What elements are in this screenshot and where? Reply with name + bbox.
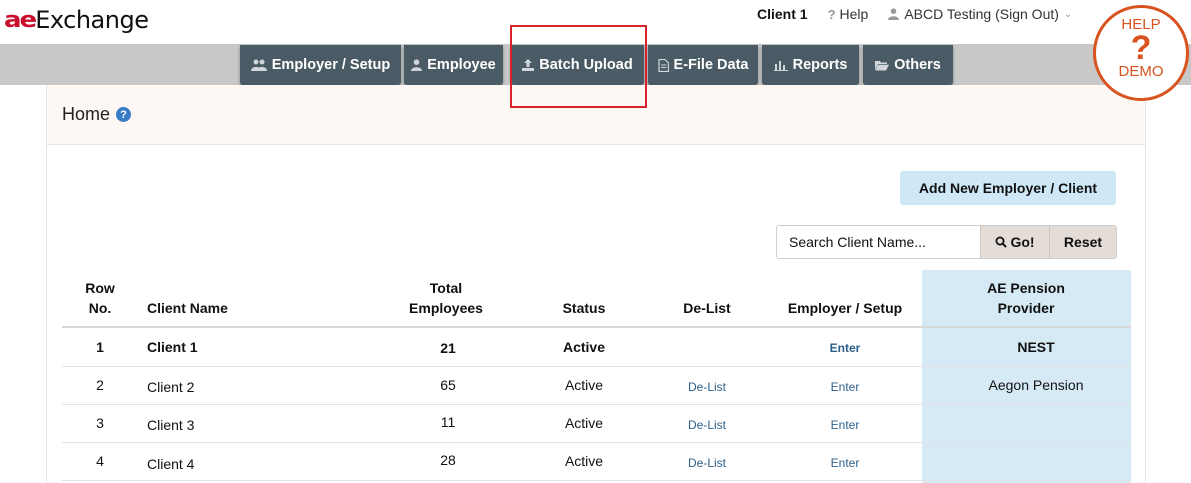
header-right: Client 1 ? Help ABCD Testing (Sign Out) … — [757, 6, 1072, 22]
cell-total-employees: 21 — [440, 340, 456, 356]
cell-row-no: 2 — [96, 377, 104, 393]
question-icon: ? — [827, 6, 836, 22]
delist-link[interactable]: De-List — [667, 418, 747, 432]
add-employer-client-button[interactable]: Add New Employer / Client — [900, 171, 1116, 205]
cell-total-employees: 11 — [440, 414, 456, 430]
user-icon — [888, 8, 900, 20]
cell-total-employees: 28 — [440, 452, 456, 468]
cell-row-no: 4 — [96, 453, 104, 469]
header-total-employees: Total Employees — [409, 280, 483, 316]
go-label: Go! — [1010, 234, 1035, 250]
header-client-name: Client Name — [147, 300, 228, 316]
logo-prefix: ae — [4, 7, 37, 33]
cell-client-name[interactable]: Client 1 — [147, 339, 198, 355]
help-circle-icon[interactable]: ? — [116, 107, 132, 122]
delist-link[interactable]: De-List — [667, 456, 747, 470]
nav-tab-label: Employee — [427, 57, 496, 73]
enter-link[interactable]: Enter — [805, 341, 885, 355]
nav-tab-employer-setup[interactable]: Employer / Setup — [240, 45, 401, 85]
nav-tab-efile-data[interactable]: E-File Data — [648, 45, 758, 85]
nav-tab-label: Others — [894, 57, 941, 73]
help-demo-button[interactable]: HELP ? DEMO — [1093, 5, 1189, 101]
chevron-down-icon: ⌄ — [1063, 8, 1073, 20]
row-divider — [62, 442, 1131, 443]
cell-status: Active — [562, 339, 606, 355]
cell-status: Active — [564, 415, 604, 431]
nav-tab-label: Employer / Setup — [271, 57, 391, 73]
header-row-no: Row No. — [85, 280, 115, 316]
cell-status: Active — [564, 453, 604, 469]
app-logo[interactable]: ae Exchange — [4, 5, 149, 35]
logo-text: Exchange — [35, 6, 149, 34]
current-client-name[interactable]: Client 1 — [757, 6, 808, 22]
help-label: Help — [839, 6, 869, 22]
nav-tab-others[interactable]: Others — [863, 45, 953, 85]
search-icon — [995, 236, 1008, 248]
client-search: Go! Reset — [776, 225, 1117, 259]
reset-button[interactable]: Reset — [1049, 226, 1116, 258]
help-demo-bottom-label: DEMO — [1118, 63, 1164, 80]
go-button[interactable]: Go! — [980, 226, 1049, 258]
cell-row-no: 3 — [96, 415, 104, 431]
enter-link[interactable]: Enter — [805, 456, 885, 470]
cell-status: Active — [564, 377, 604, 393]
nav-tab-label: Reports — [792, 57, 848, 73]
header-status: Status — [562, 300, 606, 316]
delist-link[interactable]: De-List — [667, 380, 747, 394]
cell-client-name[interactable]: Client 2 — [147, 379, 194, 395]
cell-client-name[interactable]: Client 3 — [147, 417, 194, 433]
cell-pension-provider: Aegon Pension — [988, 377, 1084, 393]
header-pension-provider: AE Pension Provider — [987, 280, 1065, 316]
header-delist: De-List — [683, 300, 731, 316]
row-divider — [62, 404, 1131, 405]
nav-tab-employee[interactable]: Employee — [404, 45, 503, 85]
table-header-divider — [62, 326, 1131, 328]
nav-tab-label: E-File Data — [673, 57, 749, 73]
user-menu[interactable]: ABCD Testing (Sign Out) ⌄ — [888, 6, 1072, 22]
user-icon — [411, 59, 423, 71]
header-employer-setup: Employer / Setup — [787, 300, 903, 316]
batch-upload-highlight — [510, 25, 647, 108]
cell-pension-provider: NEST — [1017, 339, 1055, 355]
row-divider — [62, 480, 1131, 481]
nav-tab-reports[interactable]: Reports — [762, 45, 859, 85]
file-icon — [657, 58, 669, 72]
question-mark-icon: ? — [1130, 29, 1152, 67]
user-label: ABCD Testing (Sign Out) — [904, 6, 1059, 22]
row-divider — [62, 366, 1131, 367]
enter-link[interactable]: Enter — [805, 380, 885, 394]
folder-open-icon — [875, 60, 890, 70]
page-title: Home — [62, 104, 111, 124]
cell-row-no: 1 — [96, 339, 104, 355]
cell-total-employees: 65 — [440, 377, 456, 393]
help-link[interactable]: ? Help — [828, 6, 869, 22]
users-icon — [250, 59, 267, 71]
bar-chart-icon — [773, 61, 788, 71]
cell-client-name[interactable]: Client 4 — [147, 456, 194, 472]
search-client-input[interactable] — [777, 226, 980, 258]
enter-link[interactable]: Enter — [805, 418, 885, 432]
